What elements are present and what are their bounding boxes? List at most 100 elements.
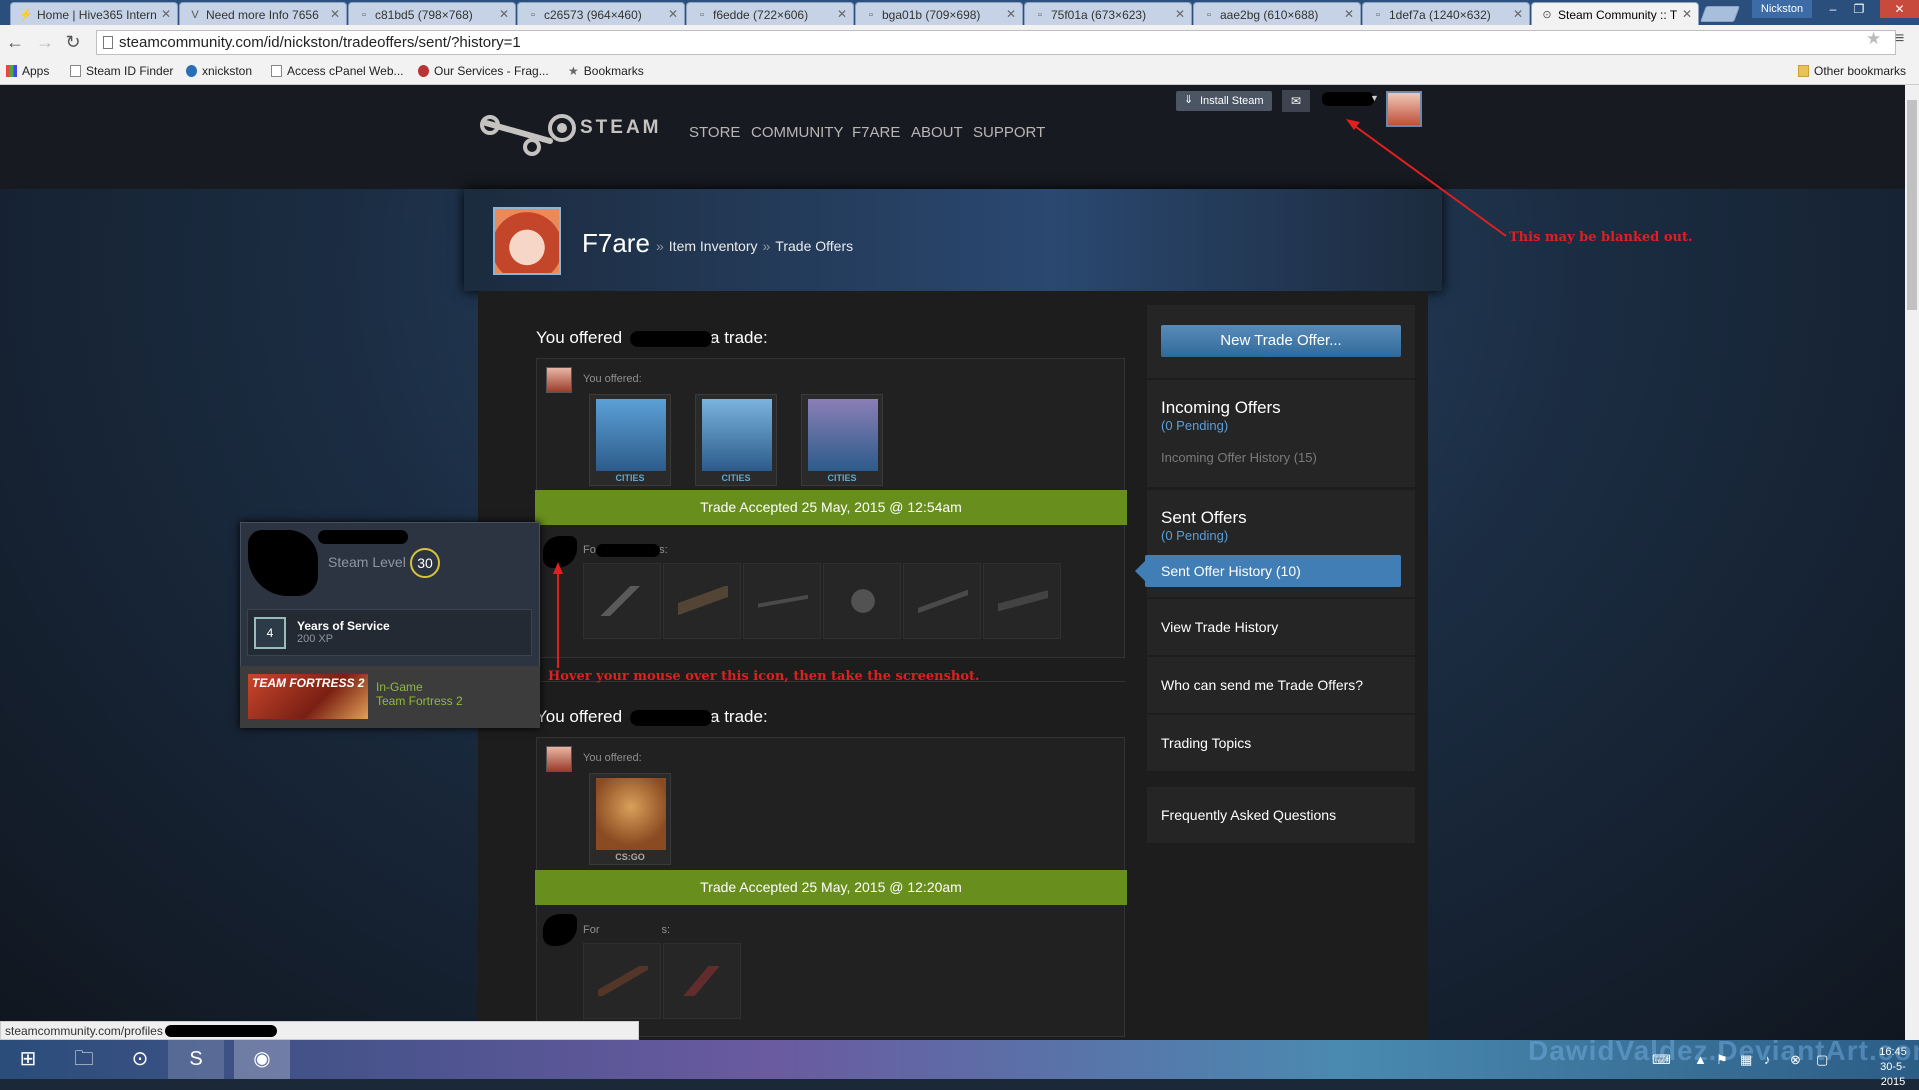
close-icon[interactable]: ✕ xyxy=(1006,7,1016,21)
restore-icon[interactable]: ❐ xyxy=(1846,0,1872,18)
action-center-icon[interactable]: ▢ xyxy=(1816,1052,1828,1068)
trade-item[interactable] xyxy=(583,943,661,1019)
keyboard-icon[interactable]: ⌨ xyxy=(1652,1052,1671,1068)
back-icon[interactable]: ← xyxy=(4,31,26,53)
network-icon[interactable]: ▦ xyxy=(1740,1052,1752,1068)
browser-tab[interactable]: ▫ 1def7a (1240×632) ✕ xyxy=(1362,2,1530,25)
redaction xyxy=(596,544,660,557)
trading-topics-link[interactable]: Trading Topics xyxy=(1161,735,1251,751)
redaction xyxy=(630,710,712,726)
steam-taskbar-icon[interactable]: ⊙ xyxy=(112,1040,168,1079)
trade-item[interactable]: CITIES xyxy=(589,394,671,486)
tray-arrow-icon[interactable]: ▲ xyxy=(1694,1052,1707,1067)
browser-tab-active[interactable]: ⊙ Steam Community :: T ✕ xyxy=(1531,2,1699,25)
address-bar[interactable]: steamcommunity.com/id/nickston/tradeoffe… xyxy=(96,30,1896,55)
nav-about[interactable]: ABOUT xyxy=(911,124,963,141)
account-name-redacted[interactable] xyxy=(1322,92,1374,106)
trade-item[interactable]: CITIES xyxy=(801,394,883,486)
chevron-down-icon[interactable]: ▼ xyxy=(1370,93,1379,103)
sent-pending-count[interactable]: (0 Pending) xyxy=(1161,528,1228,543)
badge-xp: 200 XP xyxy=(297,633,334,645)
trade-item[interactable] xyxy=(663,943,741,1019)
new-trade-offer-button[interactable]: New Trade Offer... xyxy=(1161,325,1401,357)
trade-item[interactable] xyxy=(583,563,661,639)
tray-app-icon[interactable]: ⊗ xyxy=(1790,1052,1801,1068)
game-capsule-text: TEAM FORTRESS 2 xyxy=(252,676,365,690)
bookmarks-bar: Apps Steam ID Finder xnickston Access cP… xyxy=(0,59,1919,85)
browser-tab[interactable]: ▫ f6edde (722×606) ✕ xyxy=(686,2,854,25)
close-icon[interactable]: ✕ xyxy=(1344,7,1354,21)
image-icon: ▫ xyxy=(1376,9,1380,21)
close-icon[interactable]: ✕ xyxy=(1682,7,1692,21)
bookmark-xnickston[interactable]: xnickston xyxy=(186,64,252,78)
browser-tab[interactable]: V Need more Info 7656 ✕ xyxy=(179,2,347,25)
breadcrumb-trade-offers[interactable]: Trade Offers xyxy=(775,238,853,254)
view-trade-history-link[interactable]: View Trade History xyxy=(1161,619,1278,635)
incoming-offer-history-link[interactable]: Incoming Offer History (15) xyxy=(1161,450,1317,465)
close-icon[interactable]: ✕ xyxy=(837,7,847,21)
trade-item[interactable] xyxy=(823,563,901,639)
trade-item[interactable] xyxy=(663,563,741,639)
close-icon[interactable]: ✕ xyxy=(1175,7,1185,21)
chrome-taskbar-icon[interactable]: ◉ xyxy=(234,1040,290,1079)
browser-tab[interactable]: ▫ 75f01a (673×623) ✕ xyxy=(1024,2,1192,25)
mini-avatar[interactable] xyxy=(546,367,572,393)
close-icon[interactable]: ✕ xyxy=(330,7,340,21)
trade-item[interactable]: CS:GO xyxy=(589,773,671,865)
v-icon: V xyxy=(191,9,199,21)
bookmark-folder[interactable]: ★ Bookmarks xyxy=(568,64,644,78)
profile-avatar[interactable] xyxy=(493,207,561,275)
window-close-icon[interactable]: ✕ xyxy=(1880,0,1919,18)
image-icon: ▫ xyxy=(1038,9,1042,21)
browser-tab[interactable]: ▫ aae2bg (610×688) ✕ xyxy=(1193,2,1361,25)
close-icon[interactable]: ✕ xyxy=(668,7,678,21)
browser-tab[interactable]: ▫ c26573 (964×460) ✕ xyxy=(517,2,685,25)
for-label-post: s: xyxy=(661,924,671,936)
taskbar-clock[interactable]: 16:45 30-5-2015 xyxy=(1868,1045,1918,1090)
mini-avatar[interactable] xyxy=(546,746,572,772)
notification-envelope-icon[interactable]: ✉ xyxy=(1282,90,1310,112)
forward-icon[interactable]: → xyxy=(34,31,56,53)
other-bookmarks[interactable]: Other bookmarks xyxy=(1798,64,1906,78)
profile-name[interactable]: F7are xyxy=(582,228,650,259)
breadcrumb-inventory[interactable]: Item Inventory xyxy=(669,238,758,254)
nav-community[interactable]: COMMUNITY xyxy=(751,124,844,141)
skype-icon[interactable]: S xyxy=(168,1040,224,1079)
trade-item[interactable]: CITIES xyxy=(695,394,777,486)
sent-offer-history-link[interactable]: Sent Offer History (10) xyxy=(1145,555,1401,587)
trade-item[interactable] xyxy=(983,563,1061,639)
browser-tab[interactable]: ▫ c81bd5 (798×768) ✕ xyxy=(348,2,516,25)
bookmark-star-icon[interactable]: ★ xyxy=(1866,29,1881,49)
sent-offers-title[interactable]: Sent Offers xyxy=(1161,508,1247,528)
browser-tab[interactable]: ▫ bga01b (709×698) ✕ xyxy=(855,2,1023,25)
nav-profile[interactable]: F7ARE xyxy=(852,124,900,141)
header-avatar[interactable] xyxy=(1386,91,1422,127)
browser-tab[interactable]: ⚡ Home | Hive365 Intern ✕ xyxy=(10,2,178,25)
bookmark-steam-id-finder[interactable]: Steam ID Finder xyxy=(70,64,173,78)
close-icon[interactable]: ✕ xyxy=(161,7,171,21)
trade-item[interactable] xyxy=(743,563,821,639)
close-icon[interactable]: ✕ xyxy=(1513,7,1523,21)
bookmark-apps[interactable]: Apps xyxy=(6,64,49,78)
close-icon[interactable]: ✕ xyxy=(499,7,509,21)
incoming-offers-title[interactable]: Incoming Offers xyxy=(1161,398,1281,418)
bookmark-our-services[interactable]: Our Services - Frag... xyxy=(418,64,549,78)
chrome-menu-icon[interactable]: ≡ xyxy=(1895,30,1904,48)
faq-link[interactable]: Frequently Asked Questions xyxy=(1161,807,1336,823)
minimize-icon[interactable]: – xyxy=(1820,0,1846,18)
scrollbar-thumb[interactable] xyxy=(1907,100,1917,310)
nav-store[interactable]: STORE xyxy=(689,124,740,141)
incoming-pending-count[interactable]: (0 Pending) xyxy=(1161,418,1228,433)
windows-start-icon[interactable]: ⊞ xyxy=(0,1040,56,1079)
nav-support[interactable]: SUPPORT xyxy=(973,124,1045,141)
flag-icon[interactable]: ⚑ xyxy=(1716,1052,1728,1068)
annotation-blank-note: This may be blanked out. xyxy=(1509,230,1693,245)
bookmark-cpanel[interactable]: Access cPanel Web... xyxy=(271,64,404,78)
reload-icon[interactable]: ↻ xyxy=(62,31,84,53)
browser-profile-chip[interactable]: Nickston xyxy=(1752,0,1812,18)
trade-item[interactable] xyxy=(903,563,981,639)
new-tab-button[interactable] xyxy=(1700,6,1740,22)
volume-icon[interactable]: ♪ xyxy=(1764,1052,1771,1067)
who-can-send-link[interactable]: Who can send me Trade Offers? xyxy=(1161,677,1363,693)
file-explorer-icon[interactable]: 🗀 xyxy=(56,1040,112,1079)
